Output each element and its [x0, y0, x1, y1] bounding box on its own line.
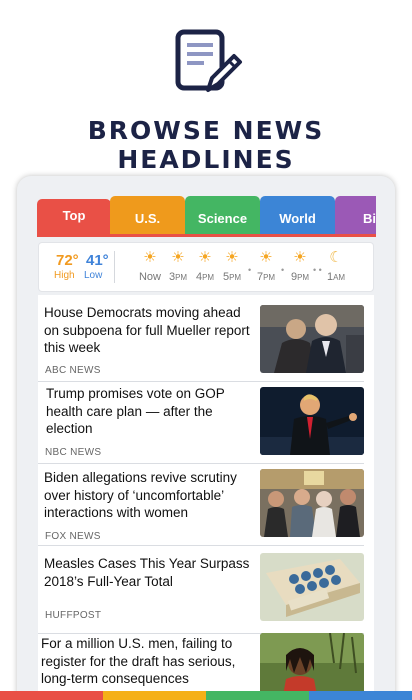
- trump-photo[interactable]: [260, 387, 364, 455]
- page-title: BROWSE NEWS HEADLINES: [87, 116, 325, 174]
- weather-divider: [114, 251, 115, 283]
- story-headline[interactable]: Measles Cases This Year Surpass 2018’s F…: [44, 555, 254, 590]
- list-item[interactable]: Biden allegations revive scrutiny over h…: [38, 463, 374, 546]
- story-source: HUFFPOST: [45, 610, 102, 621]
- edit-document-icon: [175, 29, 242, 92]
- story-headline[interactable]: House Democrats moving ahead on subpoena…: [44, 304, 254, 357]
- forecast-9pm: ☀ 9PM: [285, 249, 315, 283]
- tab-world[interactable]: World: [260, 196, 335, 236]
- forecast-3pm: ☀ 3PM: [163, 249, 193, 283]
- tab-top[interactable]: Top: [37, 199, 111, 236]
- category-tabs: Top U.S. Science World Biz: [20, 196, 376, 236]
- sun-icon: ☀: [143, 249, 157, 266]
- forecast-gap-dot: •: [281, 265, 285, 275]
- sun-icon: ☀: [198, 249, 212, 266]
- story-source: FOX NEWS: [45, 531, 101, 542]
- temp-low-label: Low: [84, 270, 103, 281]
- temp-high-label: High: [54, 270, 75, 281]
- temp-high: 72°: [56, 252, 79, 269]
- biden-photo[interactable]: [260, 469, 364, 537]
- sun-icon: ☀: [171, 249, 185, 266]
- tab-biz[interactable]: Biz: [335, 196, 376, 236]
- story-source: ABC NEWS: [45, 365, 101, 376]
- active-tab-indicator: [37, 234, 376, 237]
- mueller-photo[interactable]: [260, 305, 364, 373]
- tab-science[interactable]: Science: [185, 196, 260, 236]
- forecast-5pm: ☀ 5PM: [217, 249, 247, 283]
- footer-color-segment: [206, 691, 309, 700]
- footer-color-segment: [0, 691, 103, 700]
- man-outdoors-photo[interactable]: [260, 633, 364, 700]
- weather-widget[interactable]: 72° 41° High Low ☀ Now ☀ 3PM ☀ 4PM ☀ 5PM • ☀…: [38, 242, 374, 292]
- footer-color-segment: [309, 691, 412, 700]
- list-item[interactable]: Trump promises vote on GOP health care p…: [38, 381, 374, 464]
- story-headline[interactable]: Biden allegations revive scrutiny over h…: [44, 469, 254, 522]
- temp-low: 41°: [86, 252, 109, 269]
- list-item[interactable]: Measles Cases This Year Surpass 2018’s F…: [38, 545, 374, 634]
- list-item[interactable]: House Democrats moving ahead on subpoena…: [38, 295, 374, 382]
- story-headline[interactable]: For a million U.S. men, failing to regis…: [41, 635, 251, 688]
- moon-icon: ☾: [329, 249, 343, 266]
- story-source: NBC NEWS: [45, 447, 102, 458]
- list-item[interactable]: For a million U.S. men, failing to regis…: [38, 633, 374, 700]
- tab-us[interactable]: U.S.: [110, 196, 185, 236]
- forecast-1am: ☾ 1AM: [321, 249, 351, 283]
- sun-icon: ☀: [293, 249, 307, 266]
- footer-color-bar: [0, 691, 412, 700]
- footer-color-segment: [103, 691, 206, 700]
- story-headline[interactable]: Trump promises vote on GOP health care p…: [46, 385, 256, 438]
- vaccine-vials-photo[interactable]: [260, 553, 364, 621]
- news-feed: House Democrats moving ahead on subpoena…: [38, 295, 374, 700]
- forecast-4pm: ☀ 4PM: [190, 249, 220, 283]
- sun-icon: ☀: [225, 249, 239, 266]
- forecast-now: ☀ Now: [135, 249, 165, 283]
- forecast-7pm: ☀ 7PM: [251, 249, 281, 283]
- sun-icon: ☀: [259, 249, 273, 266]
